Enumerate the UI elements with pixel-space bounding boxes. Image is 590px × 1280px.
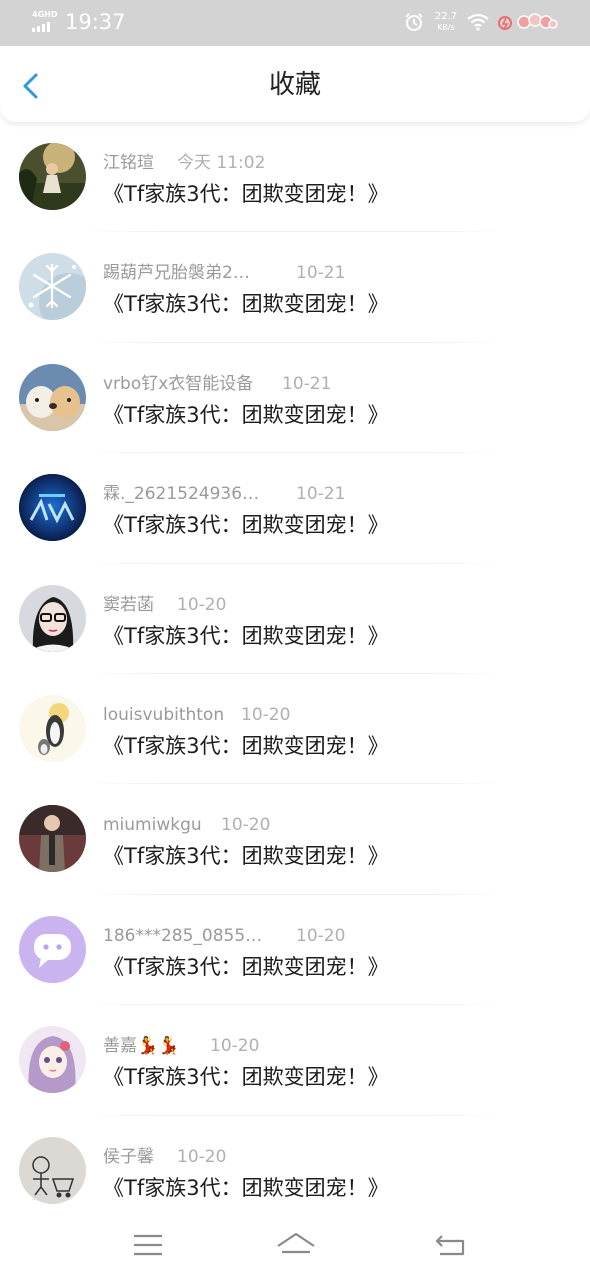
item-date: 10-20 bbox=[177, 1146, 227, 1167]
network-type: 4GHD bbox=[32, 10, 58, 19]
author-name: 善嘉💃💃 bbox=[103, 1036, 180, 1057]
list-item[interactable]: 霖._2621524936… 10-21 《Tf家族3代：团欺变团宠！》 bbox=[0, 453, 590, 564]
item-meta: louisvubithton 10-20 bbox=[103, 703, 290, 727]
speed-unit: KB/s bbox=[437, 23, 455, 32]
avatar[interactable] bbox=[19, 474, 86, 542]
item-date: 10-20 bbox=[210, 1036, 260, 1057]
list-item[interactable]: 江铭瑄 今天 11:02 《Tf家族3代：团欺变团宠！》 bbox=[0, 122, 590, 233]
avatar[interactable] bbox=[19, 805, 86, 873]
list-item[interactable]: 善嘉💃💃 10-20 《Tf家族3代：团欺变团宠！》 bbox=[0, 1005, 590, 1116]
item-date: 10-20 bbox=[296, 925, 346, 946]
home-icon bbox=[277, 1232, 315, 1254]
network-speed: 22.7 KB/s bbox=[433, 11, 459, 33]
item-meta: 186***285_0855… 10-20 bbox=[103, 924, 345, 948]
alarm-icon bbox=[405, 13, 423, 31]
back-icon bbox=[435, 1235, 465, 1256]
list-item[interactable]: 186***285_0855… 10-20 《Tf家族3代：团欺变团宠！》 bbox=[0, 895, 590, 1006]
item-meta: 江铭瑄 今天 11:02 bbox=[103, 151, 265, 175]
list-item[interactable]: 侯子馨 10-20 《Tf家族3代：团欺变团宠！》 bbox=[0, 1116, 590, 1226]
avatar[interactable] bbox=[19, 915, 86, 983]
menu-icon bbox=[134, 1234, 162, 1256]
status-bar: 4GHD 19:37 22.7 KB/s bbox=[0, 0, 590, 46]
page-title: 收藏 bbox=[268, 70, 321, 100]
avatar[interactable] bbox=[19, 1136, 86, 1204]
item-date: 10-20 bbox=[177, 594, 227, 615]
avatar[interactable] bbox=[19, 143, 86, 210]
list-item[interactable]: 踢葫芦兄胎褩弟2… 10-21 《Tf家族3代：团欺变团宠！》 bbox=[0, 232, 590, 343]
avatar[interactable] bbox=[19, 694, 86, 762]
author-name: louisvubithton bbox=[103, 704, 225, 725]
header-bar: 收藏 bbox=[0, 46, 590, 122]
list-item[interactable]: louisvubithton 10-20 《Tf家族3代：团欺变团宠！》 bbox=[0, 674, 590, 785]
avatar[interactable] bbox=[19, 363, 86, 431]
list-item[interactable]: miumiwkgu 10-20 《Tf家族3代：团欺变团宠！》 bbox=[0, 784, 590, 895]
item-title[interactable]: 《Tf家族3代：团欺变团宠！》 bbox=[103, 510, 389, 540]
status-time: 19:37 bbox=[65, 10, 126, 34]
item-title[interactable]: 《Tf家族3代：团欺变团宠！》 bbox=[103, 621, 389, 651]
list-item[interactable]: vrbo钌x衣智能设备 10-21 《Tf家族3代：团欺变团宠！》 bbox=[0, 343, 590, 454]
item-meta: miumiwkgu 10-20 bbox=[103, 813, 270, 837]
item-date: 今天 11:02 bbox=[177, 153, 266, 173]
back-nav-button[interactable] bbox=[432, 1230, 468, 1260]
item-title[interactable]: 《Tf家族3代：团欺变团宠！》 bbox=[103, 1062, 389, 1092]
avatar[interactable] bbox=[19, 1026, 86, 1094]
item-meta: 霖._2621524936… 10-21 bbox=[103, 482, 345, 506]
item-date: 10-20 bbox=[241, 704, 291, 725]
item-date: 10-21 bbox=[296, 263, 346, 284]
home-button[interactable] bbox=[276, 1230, 316, 1260]
author-name: 踢葫芦兄胎褩弟2… bbox=[103, 263, 250, 284]
item-title[interactable]: 《Tf家族3代：团欺变团宠！》 bbox=[103, 179, 389, 209]
item-title[interactable]: 《Tf家族3代：团欺变团宠！》 bbox=[103, 400, 389, 430]
author-name: miumiwkgu bbox=[103, 815, 202, 836]
item-title[interactable]: 《Tf家族3代：团欺变团宠！》 bbox=[103, 731, 389, 761]
data-saver-icon bbox=[498, 16, 512, 30]
author-name: 霖._2621524936… bbox=[103, 484, 260, 505]
speed-value: 22.7 bbox=[434, 11, 458, 22]
author-name: 186***285_0855… bbox=[103, 925, 263, 946]
item-meta: 侯子馨 10-20 bbox=[103, 1145, 226, 1169]
avatar[interactable] bbox=[19, 253, 86, 321]
signal-icon: 4GHD bbox=[32, 10, 58, 32]
battery-icon bbox=[517, 13, 558, 29]
item-meta: vrbo钌x衣智能设备 10-21 bbox=[103, 372, 331, 396]
item-title[interactable]: 《Tf家族3代：团欺变团宠！》 bbox=[103, 952, 389, 982]
menu-button[interactable] bbox=[130, 1230, 166, 1260]
item-title[interactable]: 《Tf家族3代：团欺变团宠！》 bbox=[103, 289, 389, 319]
author-name: 侯子馨 bbox=[103, 1146, 154, 1167]
wifi-icon bbox=[467, 13, 489, 31]
item-date: 10-21 bbox=[282, 373, 332, 394]
item-title[interactable]: 《Tf家族3代：团欺变团宠！》 bbox=[103, 841, 389, 871]
avatar[interactable] bbox=[19, 584, 86, 652]
item-meta: 窦若菡 10-20 bbox=[103, 593, 226, 617]
author-name: 窦若菡 bbox=[103, 594, 154, 615]
item-meta: 踢葫芦兄胎褩弟2… 10-21 bbox=[103, 261, 345, 285]
item-meta: 善嘉💃💃 10-20 bbox=[103, 1034, 259, 1058]
list-item[interactable]: 窦若菡 10-20 《Tf家族3代：团欺变团宠！》 bbox=[0, 564, 590, 674]
author-name: vrbo钌x衣智能设备 bbox=[103, 373, 254, 394]
item-date: 10-20 bbox=[221, 815, 271, 836]
favorites-list: 江铭瑄 今天 11:02 《Tf家族3代：团欺变团宠！》 踢葫芦兄胎褩弟2… 10-21… bbox=[0, 122, 590, 1226]
author-name: 江铭瑄 bbox=[103, 153, 154, 173]
item-date: 10-21 bbox=[296, 484, 346, 505]
system-nav-bar bbox=[0, 1214, 590, 1280]
item-title[interactable]: 《Tf家族3代：团欺变团宠！》 bbox=[103, 1173, 389, 1203]
